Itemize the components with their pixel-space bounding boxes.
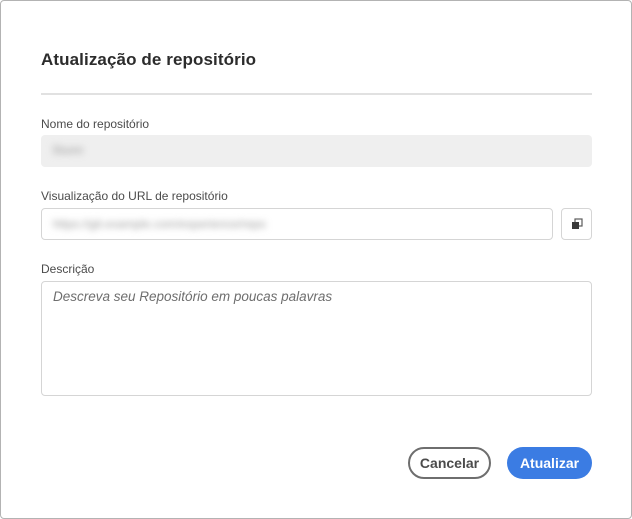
description-input[interactable]: [41, 281, 592, 396]
repository-name-label: Nome do repositório: [41, 117, 150, 131]
update-repository-dialog: Atualização de repositório Nome do repos…: [0, 0, 632, 519]
repository-name-value: Stunn: [52, 143, 84, 157]
dialog-title: Atualização de repositório: [41, 50, 257, 69]
repository-url-value: https://git.example.com/experience/repo: [53, 217, 266, 231]
repository-url-field[interactable]: https://git.example.com/experience/repo: [41, 208, 553, 240]
repository-name-field: Stunn: [41, 135, 592, 167]
update-button[interactable]: Atualizar: [507, 447, 592, 479]
cancel-button[interactable]: Cancelar: [408, 447, 491, 479]
copy-url-button[interactable]: [561, 208, 592, 240]
copy-icon: [571, 218, 583, 229]
title-divider: [41, 93, 592, 95]
repository-url-label: Visualização do URL de repositório: [41, 189, 228, 203]
description-label: Descrição: [41, 262, 95, 276]
